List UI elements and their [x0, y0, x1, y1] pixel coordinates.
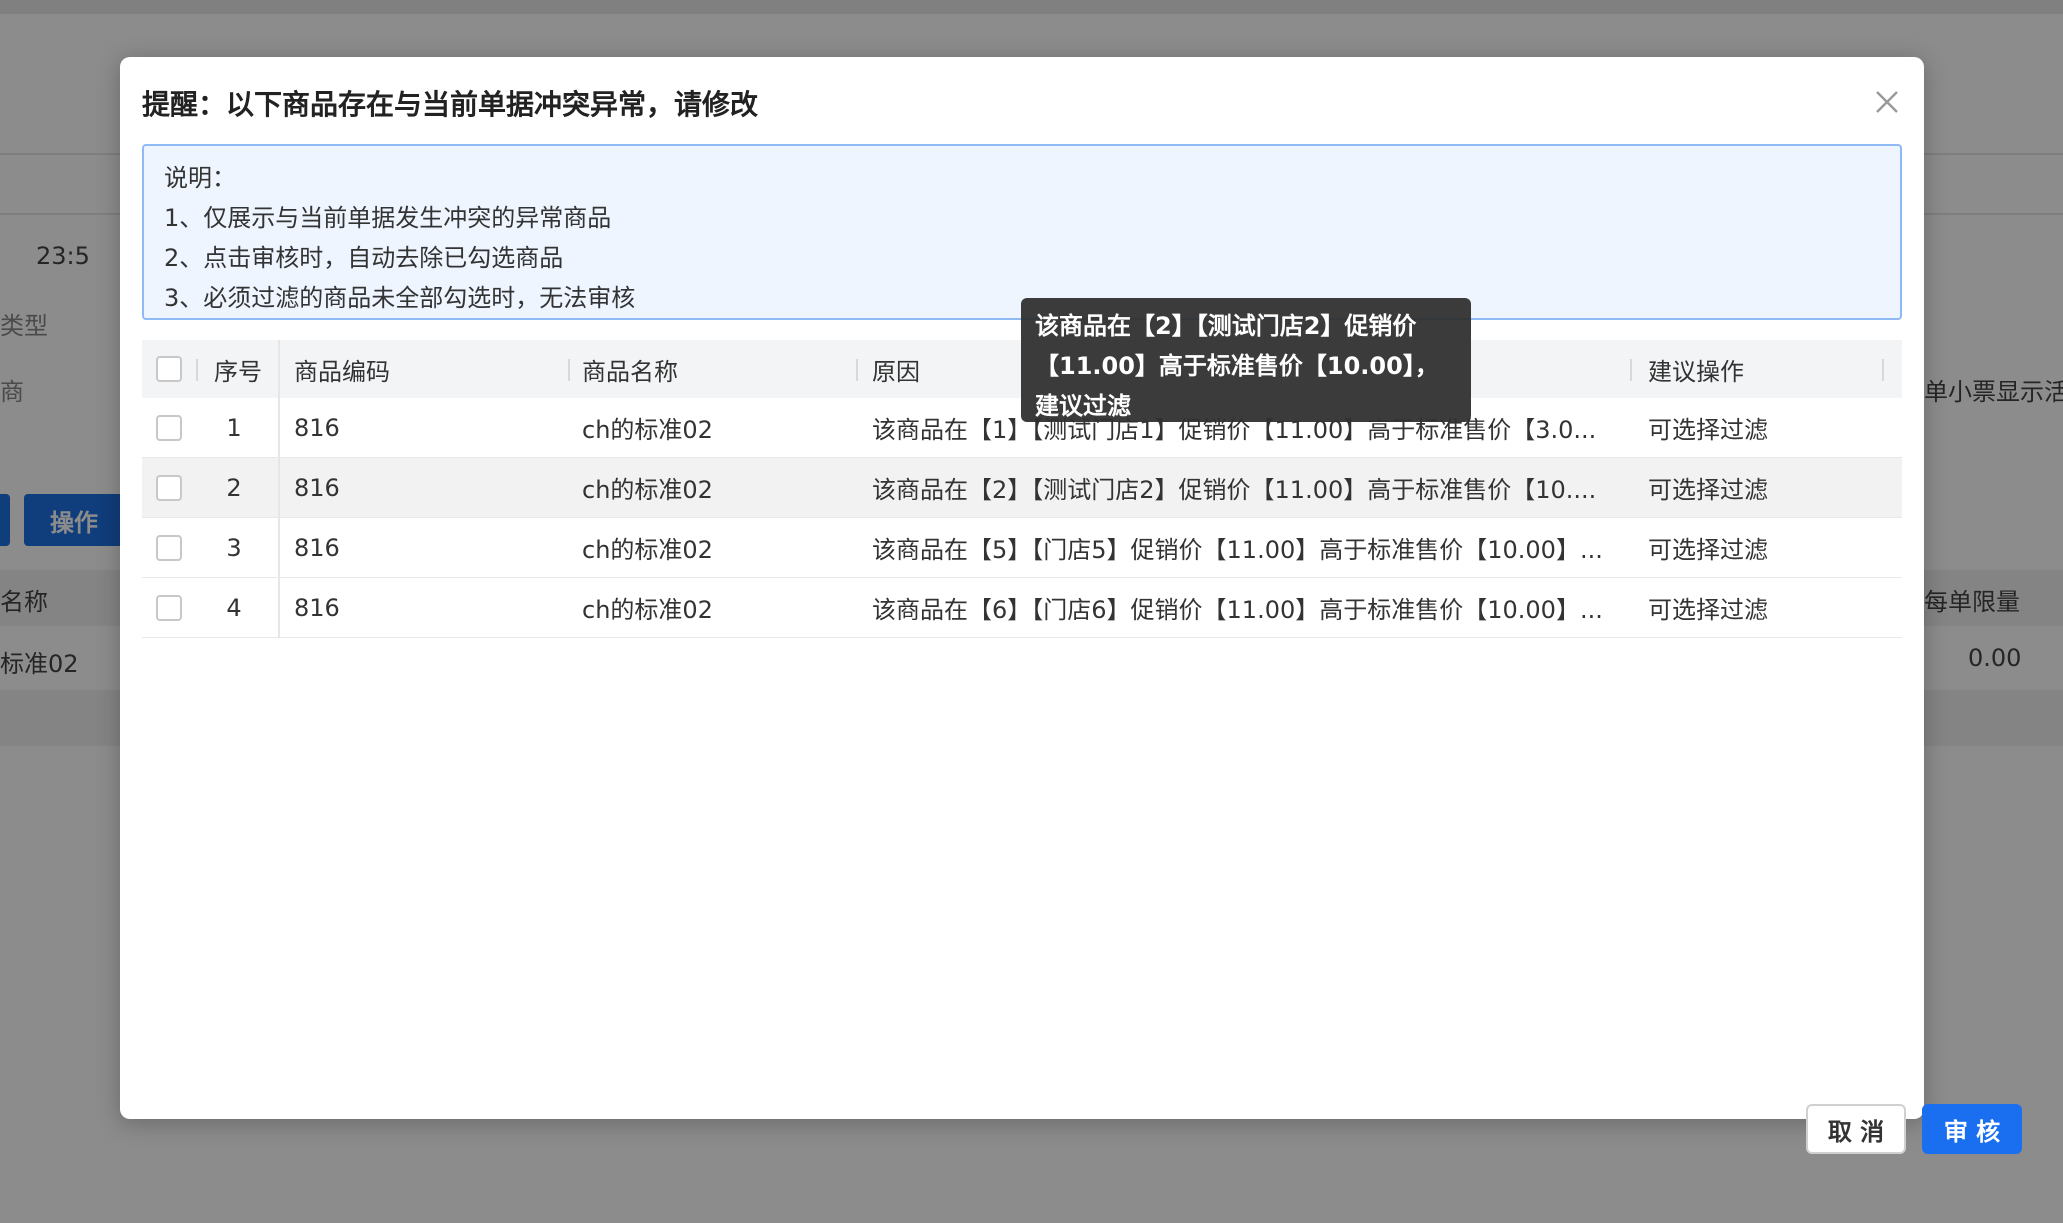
fixed-column-border: [278, 458, 280, 517]
column-separator: [196, 359, 198, 381]
notice-heading: 说明：: [164, 164, 236, 192]
row-action: 可选择过滤: [1648, 536, 1768, 564]
tooltip-line-3: 建议过滤: [1035, 392, 1131, 420]
close-icon[interactable]: [1872, 87, 1902, 117]
row-name: ch的标准02: [582, 416, 713, 444]
fixed-column-border: [278, 578, 280, 637]
fixed-column-border: [278, 398, 280, 457]
row-name: ch的标准02: [582, 596, 713, 624]
row-reason[interactable]: 该商品在【2】【测试门店2】促销价【11.00】高于标准售价【10....: [872, 458, 1632, 517]
tooltip-line-2: 【11.00】高于标准售价【10.00】，: [1035, 352, 1439, 380]
fixed-column-border: [278, 518, 280, 577]
row-index: 3: [226, 533, 242, 562]
row-action: 可选择过滤: [1648, 596, 1768, 624]
table-row[interactable]: 3 816 ch的标准02 该商品在【5】【门店5】促销价【11.00】高于标准…: [142, 518, 1902, 578]
row-name: ch的标准02: [582, 536, 713, 564]
notice-box: 说明： 1、仅展示与当前单据发生冲突的异常商品 2、点击审核时，自动去除已勾选商…: [142, 144, 1902, 320]
notice-line-1: 1、仅展示与当前单据发生冲突的异常商品: [164, 204, 612, 232]
row-checkbox[interactable]: [156, 594, 182, 621]
cancel-button[interactable]: 取 消: [1806, 1104, 1906, 1154]
row-checkbox-cell: [156, 398, 196, 457]
row-checkbox[interactable]: [156, 414, 182, 441]
row-code: 816: [294, 473, 340, 502]
row-code: 816: [294, 593, 340, 622]
row-index: 2: [226, 473, 242, 502]
select-all-checkbox[interactable]: [156, 356, 182, 382]
conflict-dialog: 提醒：以下商品存在与当前单据冲突异常，请修改 说明： 1、仅展示与当前单据发生冲…: [120, 57, 2022, 1154]
dialog-title: 提醒：以下商品存在与当前单据冲突异常，请修改: [142, 88, 759, 121]
row-action: 可选择过滤: [1648, 476, 1768, 504]
reason-tooltip: 该商品在【2】【测试门店2】促销价 【11.00】高于标准售价【10.00】， …: [1021, 298, 1471, 422]
row-action: 可选择过滤: [1648, 416, 1768, 444]
header-action: 建议操作: [1648, 357, 1744, 386]
row-checkbox[interactable]: [156, 474, 182, 501]
row-reason[interactable]: 该商品在【6】【门店6】促销价【11.00】高于标准售价【10.00】...: [872, 578, 1632, 637]
column-separator: [856, 359, 858, 381]
column-separator: [1882, 359, 1884, 381]
notice-line-2: 2、点击审核时，自动去除已勾选商品: [164, 244, 564, 272]
tooltip-line-1: 该商品在【2】【测试门店2】促销价: [1035, 312, 1417, 340]
row-code: 816: [294, 533, 340, 562]
row-index: 1: [226, 413, 242, 442]
approve-button[interactable]: 审 核: [1922, 1104, 2022, 1154]
row-code: 816: [294, 413, 340, 442]
row-index: 4: [226, 593, 242, 622]
header-code: 商品编码: [294, 357, 390, 386]
row-reason[interactable]: 该商品在【5】【门店5】促销价【11.00】高于标准售价【10.00】...: [872, 518, 1632, 577]
column-separator: [568, 359, 570, 381]
column-separator: [1630, 359, 1632, 381]
row-name: ch的标准02: [582, 476, 713, 504]
table-row[interactable]: 2 816 ch的标准02 该商品在【2】【测试门店2】促销价【11.00】高于…: [142, 458, 1902, 518]
row-checkbox-cell: [156, 578, 196, 637]
header-name: 商品名称: [582, 357, 678, 386]
header-checkbox-cell: [156, 340, 196, 398]
fixed-column-border: [278, 340, 280, 398]
header-index: 序号: [214, 357, 262, 386]
row-checkbox[interactable]: [156, 534, 182, 561]
row-checkbox-cell: [156, 458, 196, 517]
row-checkbox-cell: [156, 518, 196, 577]
table-row[interactable]: 4 816 ch的标准02 该商品在【6】【门店6】促销价【11.00】高于标准…: [142, 578, 1902, 638]
